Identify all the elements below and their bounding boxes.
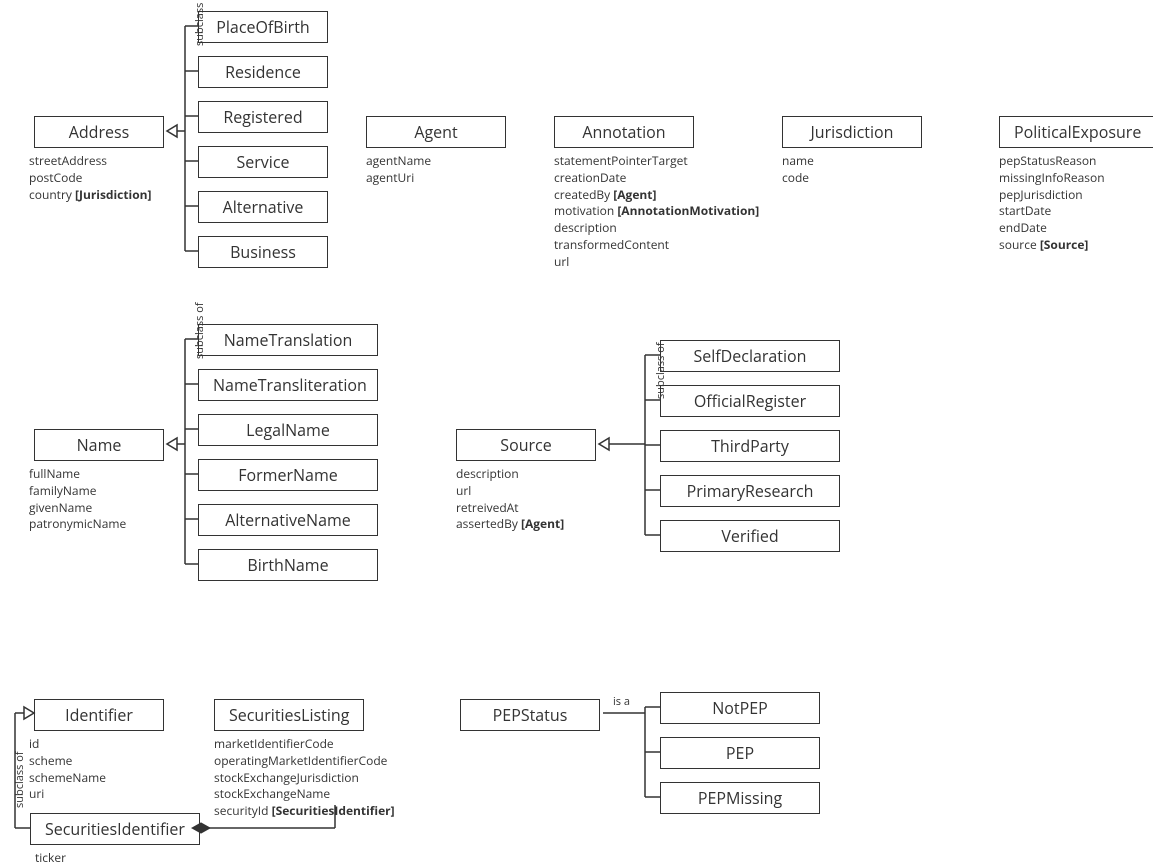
class-securitieslisting: SecuritiesListing xyxy=(214,699,364,731)
class-legalname: LegalName xyxy=(198,414,378,446)
attr: streetAddress xyxy=(29,153,152,170)
attrs-source: description url retreivedAt assertedBy [… xyxy=(456,466,564,533)
attr: pepStatusReason xyxy=(999,153,1105,170)
class-selfdeclaration: SelfDeclaration xyxy=(660,340,840,372)
attr: id xyxy=(29,736,106,753)
attr: agentName xyxy=(366,153,431,170)
attr: securityId [SecuritiesIdentifier] xyxy=(214,803,395,820)
class-identifier: Identifier xyxy=(34,699,164,731)
class-nametransliteration: NameTransliteration xyxy=(198,369,378,401)
class-officialregister: OfficialRegister xyxy=(660,385,840,417)
class-verified: Verified xyxy=(660,520,840,552)
attrs-annotation: statementPointerTarget creationDate crea… xyxy=(554,153,759,271)
class-jurisdiction: Jurisdiction xyxy=(782,116,922,148)
attr: startDate xyxy=(999,203,1105,220)
attr: stockExchangeJurisdiction xyxy=(214,770,395,787)
attr: postCode xyxy=(29,170,152,187)
attrs-address: streetAddress postCode country [Jurisdic… xyxy=(29,153,152,203)
label-subclass-address: subclass of xyxy=(192,0,207,46)
class-business: Business xyxy=(198,236,328,268)
label-subclass-name: subclass of xyxy=(192,302,207,359)
class-address: Address xyxy=(34,116,164,148)
attr: ticker xyxy=(35,850,66,867)
attrs-name: fullName familyName givenName patronymic… xyxy=(29,466,126,533)
label-subclass-source: subclass of xyxy=(653,342,668,399)
label-is-a: is a xyxy=(613,694,630,709)
attr: transformedContent xyxy=(554,237,759,254)
attr: source [Source] xyxy=(999,237,1105,254)
attr: description xyxy=(456,466,564,483)
attr: operatingMarketIdentifierCode xyxy=(214,753,395,770)
attr: motivation [AnnotationMotivation] xyxy=(554,203,759,220)
attr: givenName xyxy=(29,500,126,517)
attr: creationDate xyxy=(554,170,759,187)
label-subclass-identifier: subclass of xyxy=(12,751,27,808)
attrs-politicalexposure: pepStatusReason missingInfoReason pepJur… xyxy=(999,153,1105,254)
attr: pepJurisdiction xyxy=(999,187,1105,204)
attr: country [Jurisdiction] xyxy=(29,187,152,204)
class-alternativename: AlternativeName xyxy=(198,504,378,536)
attr: assertedBy [Agent] xyxy=(456,516,564,533)
attrs-securitieslisting: marketIdentifierCode operatingMarketIden… xyxy=(214,736,395,820)
class-annotation: Annotation xyxy=(554,116,694,148)
class-name: Name xyxy=(34,429,164,461)
attr: code xyxy=(782,170,814,187)
class-residence: Residence xyxy=(198,56,328,88)
class-alternative: Alternative xyxy=(198,191,328,223)
class-pepmissing: PEPMissing xyxy=(660,782,820,814)
attr: description xyxy=(554,220,759,237)
class-agent: Agent xyxy=(366,116,506,148)
class-pepstatus: PEPStatus xyxy=(460,699,600,731)
attrs-jurisdiction: name code xyxy=(782,153,814,187)
class-nametranslation: NameTranslation xyxy=(198,324,378,356)
attr: familyName xyxy=(29,483,126,500)
attr: createdBy [Agent] xyxy=(554,187,759,204)
attr: retreivedAt xyxy=(456,500,564,517)
attr: statementPointerTarget xyxy=(554,153,759,170)
attr: endDate xyxy=(999,220,1105,237)
attrs-securitiesidentifier: ticker xyxy=(35,850,66,867)
attr: name xyxy=(782,153,814,170)
attrs-identifier: id scheme schemeName uri xyxy=(29,736,106,803)
class-primaryresearch: PrimaryResearch xyxy=(660,475,840,507)
class-registered: Registered xyxy=(198,101,328,133)
attr: patronymicName xyxy=(29,516,126,533)
attr: uri xyxy=(29,786,106,803)
attr: fullName xyxy=(29,466,126,483)
attr: scheme xyxy=(29,753,106,770)
class-securitiesidentifier: SecuritiesIdentifier xyxy=(30,813,200,845)
class-formername: FormerName xyxy=(198,459,378,491)
attr: schemeName xyxy=(29,770,106,787)
attr: agentUri xyxy=(366,170,431,187)
attr: missingInfoReason xyxy=(999,170,1105,187)
class-pep: PEP xyxy=(660,737,820,769)
attr: stockExchangeName xyxy=(214,786,395,803)
attrs-agent: agentName agentUri xyxy=(366,153,431,187)
attr: url xyxy=(456,483,564,500)
class-service: Service xyxy=(198,146,328,178)
attr: url xyxy=(554,254,759,271)
class-politicalexposure: PoliticalExposure xyxy=(999,116,1153,148)
class-placeofbirth: PlaceOfBirth xyxy=(198,11,328,43)
class-source: Source xyxy=(456,429,596,461)
class-thirdparty: ThirdParty xyxy=(660,430,840,462)
attr: marketIdentifierCode xyxy=(214,736,395,753)
class-birthname: BirthName xyxy=(198,549,378,581)
class-notpep: NotPEP xyxy=(660,692,820,724)
